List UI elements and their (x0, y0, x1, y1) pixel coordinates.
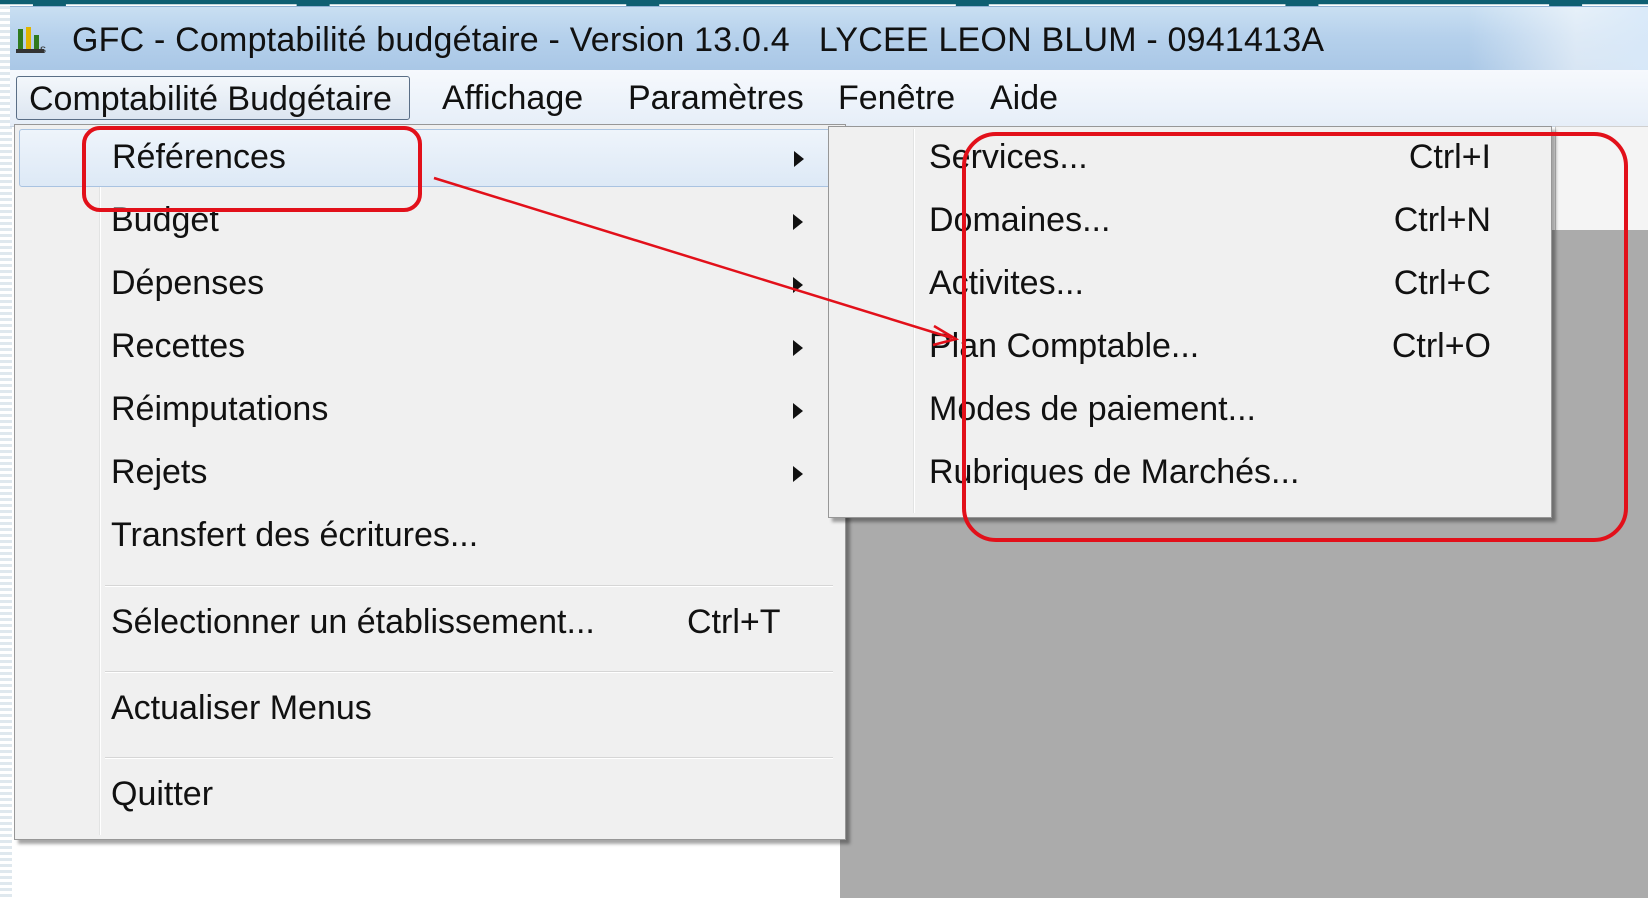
menu-item-recettes[interactable]: Recettes (19, 319, 839, 377)
menu-item-label: Réimputations (111, 390, 329, 428)
window-left-edge (0, 0, 12, 898)
menu-item-actualiser-menus[interactable]: Actualiser Menus (19, 681, 839, 739)
triangle-right-icon (793, 340, 803, 356)
menu-item-label: Transfert des écritures... (111, 516, 479, 554)
menu-item-label: Recettes (111, 327, 246, 365)
menu-item-label: Rejets (111, 453, 208, 491)
menu-item-reimputations[interactable]: Réimputations (19, 382, 839, 440)
triangle-right-icon (794, 151, 804, 167)
menu-separator (105, 757, 833, 759)
menu-separator (105, 585, 833, 587)
triangle-right-icon (793, 403, 803, 419)
menu-item-rejets[interactable]: Rejets (19, 445, 839, 503)
annotation-box-references (82, 126, 422, 212)
menu-parametres[interactable]: Paramètres (616, 76, 816, 120)
menu-affichage[interactable]: Affichage (430, 76, 595, 120)
window-title-bar: s GFC - Comptabilité budgétaire - Versio… (10, 6, 1648, 71)
menu-separator (105, 671, 833, 673)
annotation-box-submenu (962, 132, 1628, 542)
menu-item-quitter[interactable]: Quitter (19, 767, 839, 825)
gfc-app-icon[interactable]: s (16, 25, 50, 55)
title-bar-sheen (1468, 7, 1648, 71)
window-title: GFC - Comptabilité budgétaire - Version … (72, 21, 1325, 59)
menu-item-depenses[interactable]: Dépenses (19, 256, 839, 314)
comptabilite-dropdown-menu: Références Budget Dépenses Recettes Réim… (14, 124, 846, 840)
menu-aide[interactable]: Aide (978, 76, 1070, 120)
menu-bar: Comptabilité Budgétaire Affichage Paramè… (10, 70, 1648, 127)
menu-item-label: Quitter (111, 775, 214, 813)
menu-item-transfert-ecritures[interactable]: Transfert des écritures... (19, 508, 839, 566)
triangle-right-icon (793, 214, 803, 230)
menu-item-selectionner-etablissement[interactable]: Sélectionner un établissement... Ctrl+T (19, 595, 839, 653)
menu-item-label: Dépenses (111, 264, 265, 302)
svg-text:s: s (40, 42, 46, 55)
menu-fenetre[interactable]: Fenêtre (826, 76, 967, 120)
triangle-right-icon (793, 466, 803, 482)
menu-item-shortcut: Ctrl+T (687, 603, 781, 641)
triangle-right-icon (793, 277, 803, 293)
menu-comptabilite-budgetaire[interactable]: Comptabilité Budgétaire (16, 76, 410, 120)
menu-item-label: Sélectionner un établissement... (111, 603, 595, 641)
menu-item-label: Actualiser Menus (111, 689, 372, 727)
